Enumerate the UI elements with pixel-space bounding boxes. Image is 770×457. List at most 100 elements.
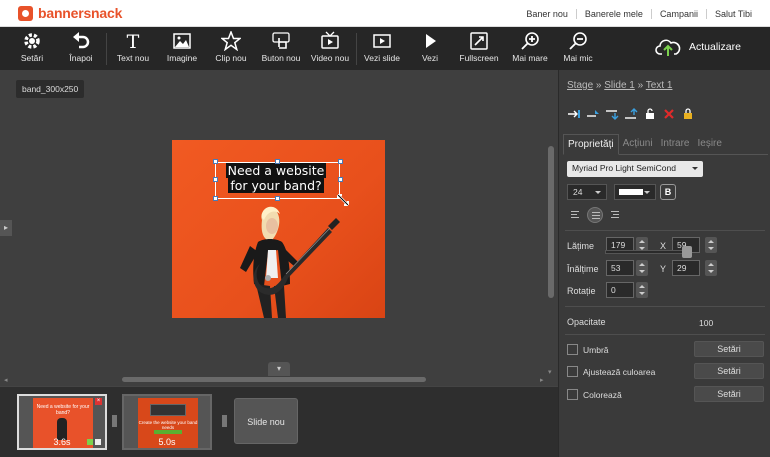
adjust-color-settings-button[interactable]: Setări — [694, 363, 764, 379]
resize-handle[interactable] — [338, 159, 343, 164]
text-align-group — [567, 207, 623, 223]
move-backward-icon[interactable] — [605, 108, 619, 120]
shadow-label: Umbră — [583, 345, 609, 355]
new-button-button[interactable]: Buton nou — [260, 31, 302, 63]
settings-label: Setări — [20, 53, 44, 63]
properties-panel: Stage » Slide 1 » Text 1 Proprietăți Acț… — [558, 70, 770, 457]
resize-handle[interactable] — [213, 196, 218, 201]
scroll-right-arrow[interactable]: ▸ — [540, 376, 544, 384]
align-center-icon[interactable] — [587, 207, 603, 223]
fullscreen-button[interactable]: Fullscreen — [458, 31, 500, 63]
align-right-icon[interactable] — [607, 207, 623, 223]
new-text-button[interactable]: T Text nou — [114, 31, 152, 63]
resize-cursor-icon — [337, 194, 349, 206]
headline-text[interactable]: Need a website for your band? — [219, 163, 333, 193]
height-input[interactable]: 53 — [606, 260, 634, 276]
logo-icon — [18, 5, 33, 21]
slide-thumbnail-2[interactable]: Create the website your band needs 5.0s — [122, 394, 212, 450]
panel-tabs: Proprietăți Acțiuni Intrare Ieșire — [563, 134, 768, 155]
slide-1-duration: 3.6s — [53, 437, 71, 447]
star-icon — [221, 31, 241, 51]
resize-handle[interactable] — [275, 159, 280, 164]
layer-actions — [567, 108, 695, 120]
lock-icon[interactable] — [681, 108, 695, 120]
zoom-out-button[interactable]: Mai mic — [562, 31, 594, 63]
opacity-slider-knob[interactable] — [682, 246, 692, 258]
height-stepper[interactable] — [636, 260, 648, 276]
slide-1-preview-text: Need a website for your band? — [36, 404, 90, 416]
divider — [565, 230, 765, 231]
resize-handle[interactable] — [275, 196, 280, 201]
vertical-scrollbar[interactable] — [548, 146, 554, 298]
bold-button[interactable]: B — [660, 184, 676, 200]
breadcrumb-stage[interactable]: Stage — [567, 80, 593, 91]
slide-2-preview-text: Create the website your band needs — [138, 420, 198, 430]
nav-campaigns[interactable]: Campanii — [650, 9, 706, 19]
tab-intro[interactable]: Intrare — [657, 134, 694, 154]
zoom-in-button[interactable]: Mai mare — [512, 31, 548, 63]
rotation-input[interactable]: 0 — [606, 282, 634, 298]
resize-handle[interactable] — [213, 159, 218, 164]
update-button[interactable]: Actualizare — [655, 37, 741, 57]
y-stepper[interactable] — [705, 260, 717, 276]
play-icon — [426, 34, 436, 48]
opacity-slider[interactable] — [605, 246, 692, 258]
align-left-icon[interactable] — [567, 207, 583, 223]
view-button[interactable]: Vezi — [418, 31, 442, 63]
nav-new-banner[interactable]: Baner nou — [518, 9, 576, 19]
resize-handle[interactable] — [338, 177, 343, 182]
guitarist-image[interactable] — [232, 206, 342, 318]
tab-actions[interactable]: Acțiuni — [619, 134, 657, 154]
delete-slide-icon[interactable]: × — [95, 398, 102, 405]
colorize-settings-button[interactable]: Setări — [694, 386, 764, 402]
tab-outro[interactable]: Ieșire — [694, 134, 726, 154]
stage-workspace[interactable]: band_300x250 ▸ Need a website for your b… — [0, 70, 558, 386]
nav-my-banners[interactable]: Banerele mele — [575, 9, 651, 19]
top-bar: bannersnack Baner nou Banerele mele Camp… — [0, 0, 770, 27]
colorize-checkbox[interactable] — [567, 389, 578, 400]
user-greeting[interactable]: Salut Tibi — [705, 9, 760, 19]
move-up-icon[interactable] — [567, 108, 581, 120]
slide-thumbnail-1[interactable]: Need a website for your band? × 3.6s — [17, 394, 107, 450]
scroll-left-arrow[interactable]: ◂ — [4, 376, 8, 384]
move-down-icon[interactable] — [624, 108, 638, 120]
rotation-stepper[interactable] — [636, 282, 648, 298]
colorize-label: Colorează — [583, 390, 622, 400]
collapse-filmstrip-button[interactable]: ▾ — [268, 362, 290, 376]
view-slide-button[interactable]: Vezi slide — [362, 31, 402, 63]
shadow-settings-button[interactable]: Setări — [694, 341, 764, 357]
new-video-button[interactable]: Video nou — [310, 31, 350, 63]
chevron-down-icon — [692, 167, 698, 170]
move-forward-icon[interactable] — [586, 108, 600, 120]
zoom-in-label: Mai mare — [512, 53, 548, 63]
slide-2-preview-device — [150, 404, 186, 416]
transition-handle[interactable] — [222, 415, 227, 427]
expand-left-button[interactable]: ▸ — [0, 220, 12, 236]
breadcrumb-slide[interactable]: Slide 1 — [604, 80, 635, 91]
image-button[interactable]: Imagine — [164, 31, 200, 63]
text-color-select[interactable] — [614, 184, 656, 200]
font-size-select[interactable]: 24 — [567, 184, 607, 200]
y-label: Y — [660, 264, 667, 274]
font-family-select[interactable]: Myriad Pro Light SemiCond — [567, 161, 703, 177]
scroll-down-arrow[interactable]: ▾ — [548, 368, 552, 376]
transition-handle[interactable] — [112, 415, 117, 427]
delete-icon[interactable] — [662, 108, 676, 120]
y-input[interactable]: 29 — [672, 260, 700, 276]
shadow-checkbox[interactable] — [567, 344, 578, 355]
resize-handle[interactable] — [213, 177, 218, 182]
unlock-icon[interactable] — [643, 108, 657, 120]
adjust-color-checkbox[interactable] — [567, 366, 578, 377]
new-clip-button[interactable]: Clip nou — [214, 31, 248, 63]
rotation-label: Rotație — [567, 286, 596, 296]
new-slide-button[interactable]: Slide nou — [234, 398, 298, 444]
horizontal-scrollbar[interactable] — [122, 377, 426, 382]
x-stepper[interactable] — [705, 237, 717, 253]
logo[interactable]: bannersnack — [18, 5, 122, 21]
tab-properties[interactable]: Proprietăți — [563, 134, 619, 155]
breadcrumb-text[interactable]: Text 1 — [646, 80, 673, 91]
settings-button[interactable]: Setări — [16, 31, 48, 63]
breadcrumb: Stage » Slide 1 » Text 1 — [567, 80, 673, 91]
toolbar-divider — [356, 33, 357, 65]
undo-button[interactable]: Înapoi — [64, 31, 98, 63]
